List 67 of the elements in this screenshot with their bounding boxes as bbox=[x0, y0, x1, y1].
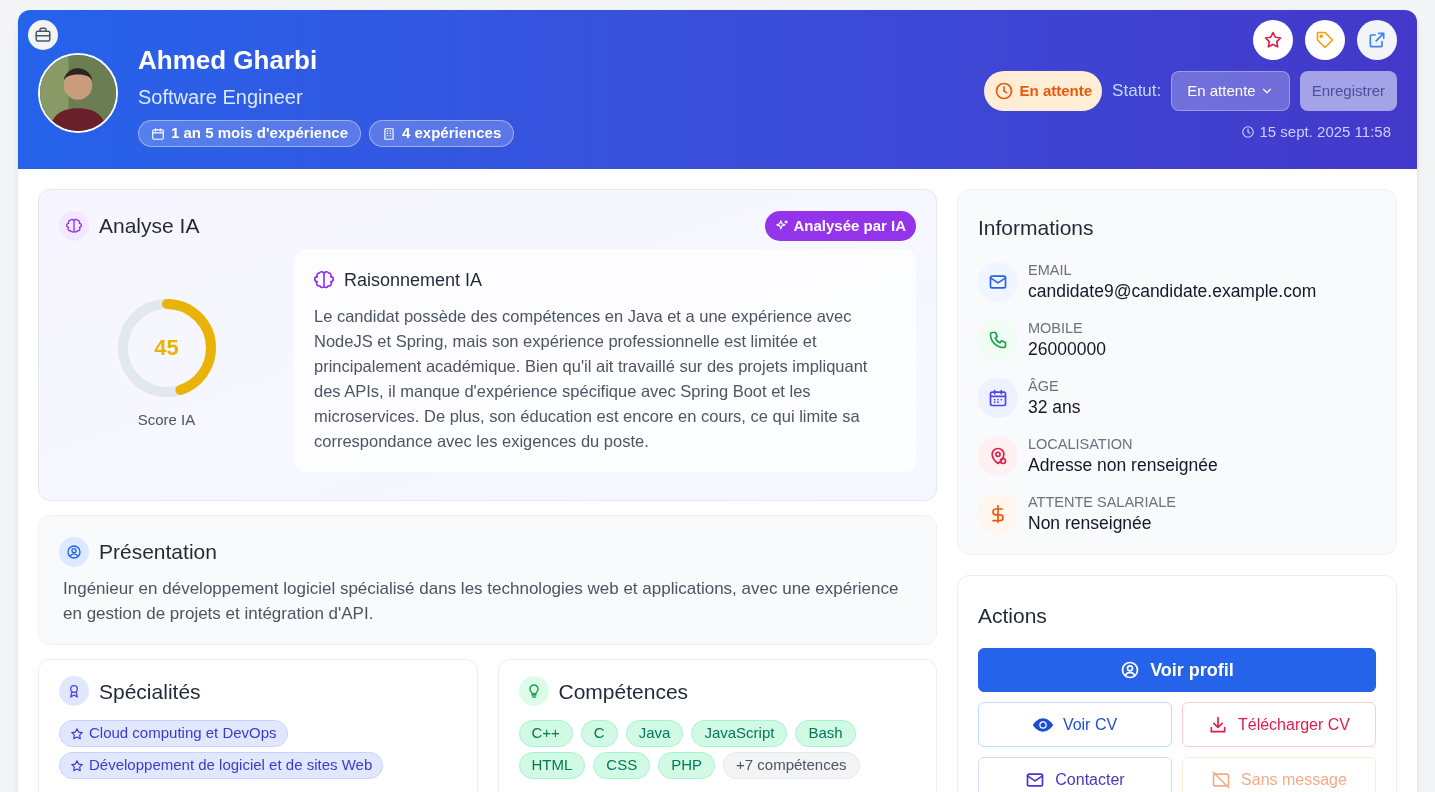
star-icon bbox=[70, 726, 84, 741]
skill-tag: CSS bbox=[593, 752, 651, 779]
score-label: Score IA bbox=[137, 409, 196, 430]
building-icon bbox=[382, 126, 396, 141]
specialty-tag: Développement de logiciel et de sites Web bbox=[59, 752, 384, 779]
candidate-name: Ahmed Gharbi bbox=[138, 44, 319, 77]
status-select[interactable]: En attente bbox=[1171, 71, 1290, 111]
briefcase-icon bbox=[34, 26, 52, 44]
skill-tag: C++ bbox=[518, 720, 573, 747]
section-title: Présentation bbox=[99, 539, 217, 565]
section-title: Actions bbox=[978, 602, 1048, 629]
status-label: Statut: bbox=[1112, 80, 1162, 103]
message-off-icon bbox=[1211, 769, 1232, 790]
tag-button[interactable] bbox=[1305, 20, 1345, 60]
brain-icon bbox=[66, 217, 82, 234]
tag-icon bbox=[1315, 30, 1335, 50]
clock-icon bbox=[1240, 125, 1255, 140]
star-icon bbox=[70, 758, 84, 773]
brain-icon bbox=[314, 270, 334, 290]
skill-tag: Java bbox=[625, 720, 684, 747]
mail-icon bbox=[988, 272, 1008, 292]
info-value: 32 ans bbox=[1028, 395, 1081, 419]
info-value: 26000000 bbox=[1028, 337, 1106, 361]
clock-icon bbox=[993, 81, 1014, 101]
section-title: Compétences bbox=[558, 678, 689, 705]
date-time: 15 sept. 2025 11:58 bbox=[1240, 121, 1391, 144]
user-icon bbox=[66, 543, 82, 560]
user-icon bbox=[1120, 660, 1141, 680]
favorite-button[interactable] bbox=[1253, 20, 1293, 60]
external-link-icon bbox=[1367, 30, 1387, 50]
action-button[interactable]: Télécharger CV bbox=[1182, 702, 1376, 747]
section-title: Analyse IA bbox=[99, 213, 200, 239]
skill-tag: JavaScript bbox=[691, 720, 788, 747]
skill-tag: C bbox=[580, 720, 618, 747]
open-external-button[interactable] bbox=[1357, 20, 1397, 60]
info-value: Adresse non renseignée bbox=[1028, 453, 1218, 477]
action-button[interactable]: Voir profil bbox=[978, 648, 1376, 692]
job-title: Software Engineer bbox=[138, 85, 304, 110]
skill-tag: PHP bbox=[658, 752, 716, 779]
action-button[interactable]: Voir CV bbox=[978, 702, 1172, 747]
info-label: LOCALISATION bbox=[1028, 434, 1134, 453]
skill-tag: +7 compétences bbox=[723, 752, 860, 779]
info-value: candidate9@candidate.example.com bbox=[1028, 279, 1317, 303]
info-label: ATTENTE SALARIALE bbox=[1028, 492, 1176, 511]
info-label: ÂGE bbox=[1028, 376, 1060, 395]
calendar-icon bbox=[988, 388, 1008, 408]
phone-icon bbox=[988, 330, 1008, 350]
ai-badge: Analysée par IA bbox=[765, 210, 916, 241]
info-value: Non renseignée bbox=[1028, 511, 1153, 535]
reasoning-title: Raisonnement IA bbox=[344, 268, 483, 292]
info-label: EMAIL bbox=[1028, 260, 1073, 279]
skill-tag: HTML bbox=[518, 752, 586, 779]
star-icon bbox=[1263, 30, 1283, 50]
section-title: Informations bbox=[978, 215, 1095, 241]
experience-chip: 1 an 5 mois d'expérience bbox=[138, 120, 361, 147]
experience-chip: 4 expériences bbox=[369, 120, 515, 147]
calendar-icon bbox=[151, 126, 165, 141]
info-label: MOBILE bbox=[1028, 318, 1084, 337]
action-button[interactable]: Contacter bbox=[978, 757, 1172, 792]
map-pin-icon bbox=[988, 446, 1008, 466]
specialty-tag: Cloud computing et DevOps bbox=[59, 720, 288, 747]
section-title: Spécialités bbox=[99, 678, 201, 705]
presentation-text: Ingénieur en développement logiciel spécialisé dans les technologies web et applications, avec une expérience en gestion de projets et intégration d'API. bbox=[62, 577, 900, 625]
score-value: 45 bbox=[154, 334, 179, 361]
skill-tag: Bash bbox=[795, 720, 856, 747]
status-badge: En attente bbox=[983, 71, 1103, 111]
reasoning-text: Le candidat possède des compétences en Java et a une expérience avec NodeJS et Spring, mais son expérience professionnelle est limitée et principalement académique. Bien qu'il ait travaillé sur des projets impliquant des APIs, il manque d'expérience spécifique avec Spring Boot et les microservices. De plus, son éducation est encore en cours, ce qui limite sa correspondance avec les exigences du poste. bbox=[314, 305, 869, 452]
